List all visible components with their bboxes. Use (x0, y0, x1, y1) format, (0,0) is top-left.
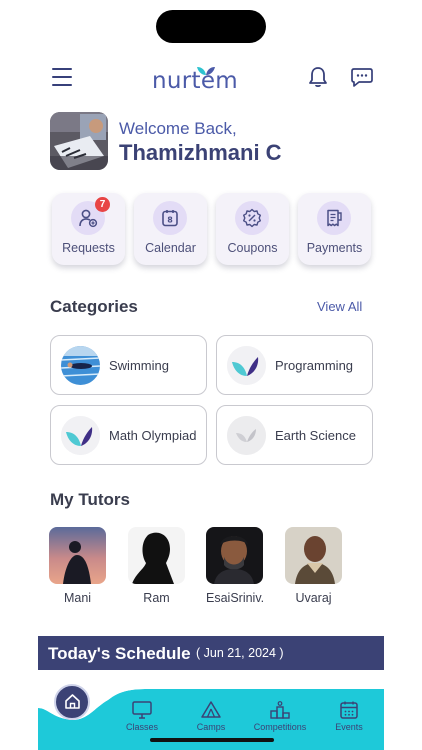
nav-competitions[interactable]: Competitions (249, 700, 311, 732)
category-label: Math Olympiad (109, 427, 197, 443)
user-request-icon: 7 (71, 197, 110, 235)
nav-label: Competitions (253, 722, 307, 732)
user-name: Thamizhmani C (119, 140, 282, 165)
tent-icon (201, 701, 221, 718)
tutor-card-ram[interactable]: Ram (128, 527, 188, 605)
category-label: Swimming (109, 357, 169, 373)
calendar-grid-icon (340, 701, 358, 719)
bell-icon[interactable] (307, 66, 329, 88)
schedule-title: Today's Schedule (48, 644, 191, 663)
nav-label: Camps (196, 722, 226, 732)
payments-label: Payments (306, 241, 363, 255)
camera-notch (156, 10, 266, 43)
category-swimming[interactable]: Swimming (50, 335, 207, 395)
quick-actions: 7 Requests 8 Calendar Coupons Payments (52, 193, 372, 265)
categories-heading: Categories (50, 297, 138, 316)
payments-button[interactable]: Payments (298, 193, 371, 265)
coupon-icon (235, 201, 269, 235)
welcome-section: Welcome Back, Thamizhmani C (50, 112, 380, 172)
calendar-button[interactable]: 8 Calendar (134, 193, 207, 265)
chat-icon[interactable] (350, 66, 374, 88)
schedule-header: Today's Schedule ( Jun 21, 2024 ) (38, 636, 384, 670)
programming-icon (227, 346, 266, 385)
top-bar: nurtem (0, 56, 422, 100)
coupons-label: Coupons (227, 241, 278, 255)
tutor-name: Mani (63, 591, 92, 605)
tutor-card-mani[interactable]: Mani (49, 527, 109, 605)
payments-icon (317, 201, 351, 235)
tutor-photo (206, 527, 263, 584)
tutor-photo (49, 527, 106, 584)
category-math-olympiad[interactable]: Math Olympiad (50, 405, 207, 465)
nav-camps[interactable]: Camps (180, 700, 242, 732)
category-earth-science[interactable]: Earth Science (216, 405, 373, 465)
swimming-icon (61, 346, 100, 385)
calendar-icon: 8 (153, 201, 187, 235)
tutors-heading: My Tutors (50, 490, 130, 509)
calendar-label: Calendar (145, 241, 196, 255)
podium-icon (270, 701, 290, 719)
requests-badge: 7 (95, 197, 110, 212)
math-olympiad-icon (61, 416, 100, 455)
requests-label: Requests (62, 241, 115, 255)
home-indicator (150, 738, 274, 742)
tutor-photo (285, 527, 342, 584)
tutor-name: Uvaraj (295, 591, 332, 605)
coupons-button[interactable]: Coupons (216, 193, 289, 265)
monitor-icon (132, 701, 152, 719)
category-label: Earth Science (275, 427, 356, 443)
svg-text:8: 8 (167, 216, 173, 225)
tutor-card-uvaraj[interactable]: Uvaraj (285, 527, 345, 605)
avatar[interactable] (50, 112, 108, 170)
hamburger-menu-icon[interactable] (52, 68, 72, 86)
requests-button[interactable]: 7 Requests (52, 193, 125, 265)
nav-label: Classes (125, 722, 158, 732)
welcome-greeting: Welcome Back, (119, 119, 237, 138)
logo-text: nurtem (152, 68, 238, 94)
leaf-icon (197, 67, 215, 75)
tutor-photo (128, 527, 185, 584)
earth-science-icon (227, 416, 266, 455)
category-programming[interactable]: Programming (216, 335, 373, 395)
view-all-link[interactable]: View All (317, 299, 362, 314)
app-logo: nurtem (152, 62, 238, 98)
nav-classes[interactable]: Classes (111, 700, 173, 732)
nav-label: Events (335, 722, 363, 732)
tutor-name: EsaiSriniv... (206, 591, 263, 605)
schedule-date: ( Jun 21, 2024 ) (196, 646, 284, 660)
tutor-card-esaisriniv[interactable]: EsaiSriniv... (206, 527, 266, 605)
nav-events[interactable]: Events (318, 700, 380, 732)
home-icon[interactable] (54, 684, 90, 720)
category-label: Programming (275, 357, 354, 373)
tutor-name: Ram (143, 591, 170, 605)
